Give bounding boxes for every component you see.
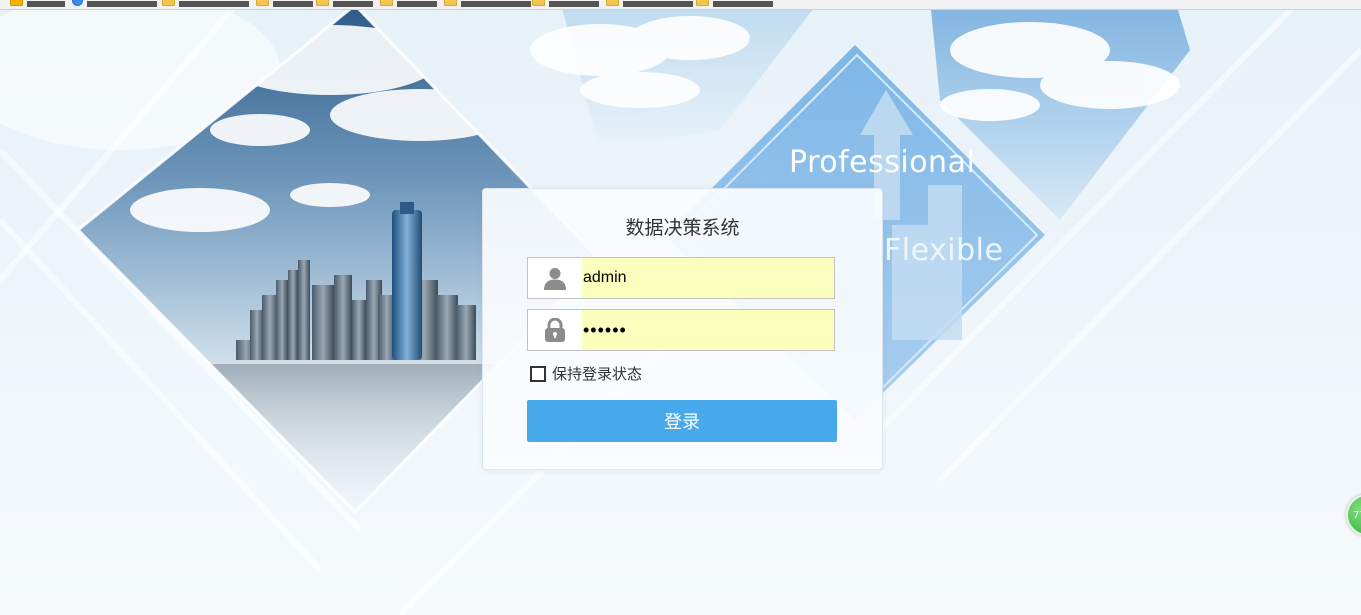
bookmark-item[interactable] [444, 0, 531, 7]
bookmark-item[interactable] [532, 0, 599, 7]
bookmarks-bar [0, 0, 1361, 10]
star-icon [10, 0, 23, 6]
slogan-professional: Professional [789, 145, 976, 180]
folder-icon [444, 0, 457, 6]
username-input[interactable] [582, 258, 834, 298]
remember-label: 保持登录状态 [552, 365, 643, 383]
password-field [527, 309, 835, 351]
login-title: 数据决策系统 [625, 217, 740, 239]
slogan-flexible: Flexible [884, 233, 1004, 268]
globe-icon [72, 0, 83, 6]
bookmark-item[interactable] [256, 0, 313, 7]
remember-me[interactable]: 保持登录状态 [530, 363, 642, 384]
lock-icon [528, 310, 582, 350]
folder-icon [162, 0, 175, 6]
folder-icon [696, 0, 709, 6]
remember-checkbox[interactable] [530, 365, 546, 382]
floating-widget-text: 77 [1353, 509, 1361, 521]
bookmark-item[interactable] [380, 0, 437, 7]
password-input[interactable] [582, 310, 834, 350]
username-field [527, 257, 835, 299]
folder-icon [380, 0, 393, 6]
bookmark-item[interactable] [162, 0, 249, 7]
bookmark-item[interactable] [72, 0, 157, 7]
login-card: 数据决策系统 保持登录状态 登录 [482, 188, 883, 470]
folder-icon [316, 0, 329, 6]
user-icon [528, 258, 582, 298]
folder-icon [256, 0, 269, 6]
folder-icon [606, 0, 619, 6]
folder-icon [532, 0, 545, 6]
bookmark-item[interactable] [10, 0, 65, 7]
login-button[interactable]: 登录 [527, 400, 837, 442]
bookmark-item[interactable] [316, 0, 373, 7]
bookmark-item[interactable] [696, 0, 773, 7]
bookmark-item[interactable] [606, 0, 693, 7]
